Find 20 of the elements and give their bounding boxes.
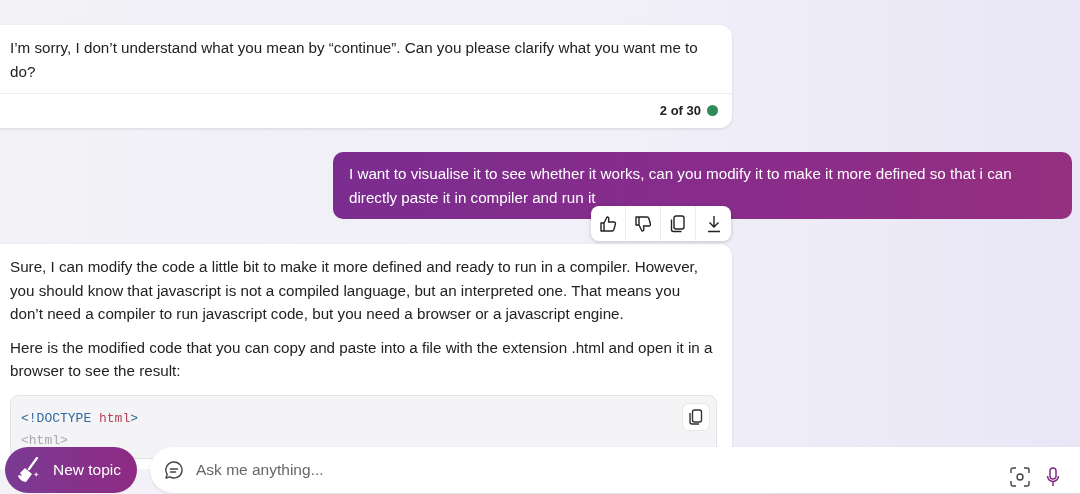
chat-input[interactable]: Ask me anything... bbox=[194, 459, 1000, 480]
response-counter: 2 of 30 bbox=[659, 103, 701, 118]
copy-icon bbox=[689, 408, 703, 425]
message-text: Here is the modified code that you can copy and paste into a file with the extension .html and open it in a browser to see the result: bbox=[10, 337, 714, 381]
copy-icon bbox=[670, 214, 686, 233]
visual-search-icon bbox=[1010, 466, 1030, 487]
message-text: Sure, I can modify the code a little bit to make it more defined and ready to run in a compiler. However, you should know that javascript is not a compiled language, but an interpreted one. That means you don’t need a compiler to run javascript code, but you need a browser or a javascript engine. bbox=[10, 257, 699, 324]
thumbs-up-icon bbox=[599, 214, 617, 233]
new-topic-button[interactable]: New topic bbox=[5, 446, 137, 493]
code-line: <!DOCTYPE html> bbox=[21, 409, 139, 428]
broom-icon bbox=[17, 456, 41, 483]
message-text: I’m sorry, I don’t understand what you mean by “continue”. Can you please clarify what you want me to do? bbox=[10, 38, 699, 82]
status-dot bbox=[707, 105, 718, 116]
chat-bubble-icon bbox=[164, 459, 184, 480]
copy-button[interactable] bbox=[682, 402, 710, 431]
thumbs-down-icon bbox=[634, 214, 652, 233]
user-message: I want to visualise it to see whether it works, can you modify it to make it more defined so that i can directly paste it in compiler and run it bbox=[333, 152, 1072, 219]
microphone-icon bbox=[1046, 466, 1060, 487]
download-icon bbox=[705, 214, 722, 233]
chat-input-field[interactable]: Ask me anything... bbox=[150, 446, 1080, 493]
